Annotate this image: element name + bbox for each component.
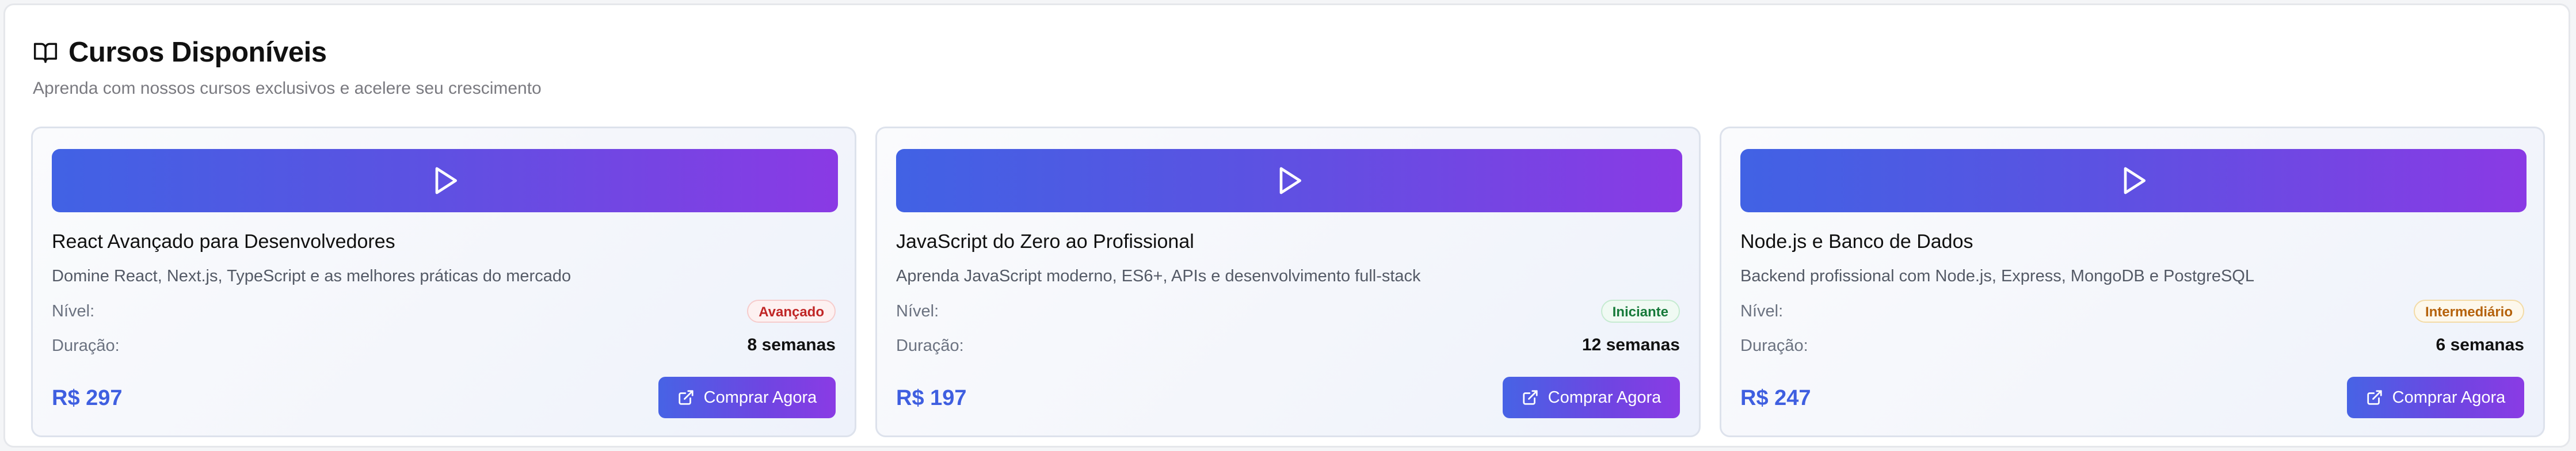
course-thumbnail[interactable]	[52, 149, 838, 212]
course-title: JavaScript do Zero ao Profissional	[896, 231, 1194, 253]
buy-now-button[interactable]: Comprar Agora	[1503, 377, 1680, 418]
duration-label: Duração:	[52, 337, 120, 355]
course-card: JavaScript do Zero ao Profissional Apren…	[875, 127, 1701, 437]
course-price: R$ 197	[896, 386, 967, 410]
course-price: R$ 297	[52, 386, 123, 410]
external-link-icon	[1523, 390, 1538, 405]
play-icon	[435, 167, 457, 194]
course-description: Aprenda JavaScript moderno, ES6+, APIs e…	[896, 267, 1421, 285]
course-description: Domine React, Next.js, TypeScript e as m…	[52, 267, 571, 285]
external-link-icon	[2367, 390, 2382, 405]
buy-now-label: Comprar Agora	[2392, 388, 2506, 407]
buy-now-label: Comprar Agora	[703, 388, 817, 407]
page-title: Cursos Disponíveis	[68, 37, 327, 68]
duration-label: Duração:	[1740, 337, 1808, 355]
level-label: Nível:	[52, 302, 95, 320]
external-link-icon	[679, 390, 693, 405]
course-card: Node.js e Banco de Dados Backend profiss…	[1720, 127, 2545, 437]
panel-header: Cursos Disponíveis	[33, 36, 327, 68]
duration-value: 8 semanas	[747, 335, 836, 354]
course-title: React Avançado para Desenvolvedores	[52, 231, 395, 253]
level-badge: Intermediário	[2413, 300, 2524, 323]
book-open-icon	[33, 43, 58, 63]
page-subtitle: Aprenda com nossos cursos exclusivos e a…	[33, 79, 542, 98]
play-icon	[1279, 167, 1301, 194]
course-price: R$ 247	[1740, 386, 1811, 410]
course-thumbnail[interactable]	[1740, 149, 2527, 212]
level-label: Nível:	[1740, 302, 1784, 320]
course-description: Backend profissional com Node.js, Expres…	[1740, 267, 2254, 285]
level-badge: Avançado	[747, 300, 836, 323]
course-card: React Avançado para Desenvolvedores Domi…	[31, 127, 856, 437]
duration-label: Duração:	[896, 337, 964, 355]
level-badge: Iniciante	[1601, 300, 1680, 323]
duration-value: 12 semanas	[1582, 335, 1680, 354]
buy-now-button[interactable]: Comprar Agora	[658, 377, 836, 418]
play-icon	[2124, 167, 2146, 194]
level-label: Nível:	[896, 302, 939, 320]
buy-now-button[interactable]: Comprar Agora	[2347, 377, 2524, 418]
duration-value: 6 semanas	[2436, 335, 2524, 354]
course-thumbnail[interactable]	[896, 149, 1682, 212]
courses-panel: Cursos Disponíveis Aprenda com nossos cu…	[3, 3, 2570, 448]
buy-now-label: Comprar Agora	[1548, 388, 1662, 407]
course-title: Node.js e Banco de Dados	[1740, 231, 1973, 253]
